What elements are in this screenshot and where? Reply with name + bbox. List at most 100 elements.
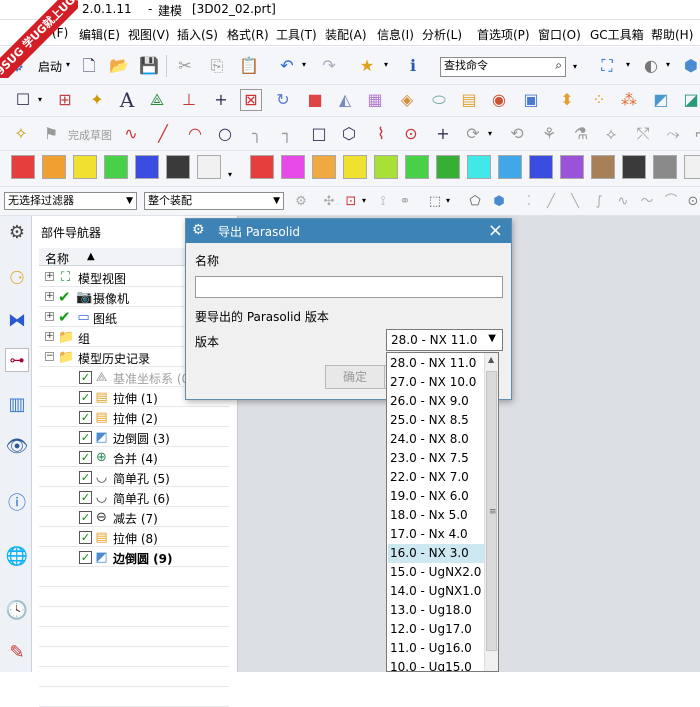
information-icon[interactable]: ℹ	[402, 55, 424, 77]
collapse-icon[interactable]: −	[45, 352, 54, 361]
version-select[interactable]: 28.0 - NX 11.0 ▼	[386, 329, 503, 351]
chamfer-icon[interactable]: ┐	[276, 123, 298, 145]
color-swatch[interactable]	[11, 155, 35, 179]
scrollbar-thumb[interactable]: ≡	[486, 371, 497, 651]
color-swatch[interactable]	[42, 155, 66, 179]
version-option[interactable]: 26.0 - NX 9.0	[388, 392, 484, 411]
ok-button[interactable]: 确定	[325, 365, 385, 389]
expand-icon[interactable]: +	[45, 312, 54, 321]
menu-edit[interactable]: 编辑(E)	[79, 26, 120, 43]
checked-icon[interactable]: ✔	[58, 288, 71, 306]
arc-snap-icon[interactable]: ⌒	[660, 190, 682, 212]
tangent-icon[interactable]: ⟟	[372, 190, 394, 212]
visibility-checkbox[interactable]: ✓	[79, 431, 92, 444]
history-icon[interactable]: 🕓	[5, 598, 29, 622]
search-icon[interactable]: ⌕	[555, 58, 562, 72]
trim-body-icon[interactable]: ◩	[650, 89, 672, 111]
menu-analysis[interactable]: 分析(L)	[422, 26, 462, 43]
tree-row[interactable]: ✓ ◡ 简单孔 (5)	[33, 468, 233, 488]
datum-axis-icon[interactable]: ⊥	[178, 89, 200, 111]
block-icon[interactable]: ■	[304, 89, 326, 111]
select-feature-icon[interactable]: ⊡	[340, 190, 362, 212]
curve-snap-icon[interactable]: ∫	[588, 190, 610, 212]
close-icon[interactable]: ×	[488, 220, 503, 241]
extrude-icon[interactable]: ▤	[458, 89, 480, 111]
color-swatch[interactable]	[436, 155, 460, 179]
center-snap-icon[interactable]: ⊙	[682, 190, 700, 212]
cut-icon[interactable]: ✂	[174, 55, 196, 77]
constraint-navigator-icon[interactable]: ⧓	[5, 308, 29, 332]
version-option[interactable]: 17.0 - Nx 4.0	[388, 525, 484, 544]
render-style-icon[interactable]: ◐	[640, 55, 662, 77]
color-swatch[interactable]	[312, 155, 336, 179]
color-swatch[interactable]	[529, 155, 553, 179]
toolbar-options-icon[interactable]: ▾	[573, 62, 577, 71]
color-swatch[interactable]	[591, 155, 615, 179]
expand-icon[interactable]: +	[45, 292, 54, 301]
point-icon[interactable]: +	[210, 89, 232, 111]
endpoint-snap-icon[interactable]: ⁚	[518, 190, 540, 212]
part-navigator-icon[interactable]: ⊶	[5, 348, 29, 372]
menu-format[interactable]: 格式(R)	[227, 26, 269, 43]
start-icon[interactable]: ⚙	[6, 55, 28, 77]
tree-row[interactable]: ✓ ⊕ 合并 (4)	[33, 448, 233, 468]
sketch-dropdown-icon[interactable]: ▾	[38, 95, 42, 104]
fillet-icon[interactable]: ╮	[246, 123, 268, 145]
menu-view[interactable]: 视图(V)	[128, 26, 170, 43]
dropdown-scrollbar[interactable]: ▲ ≡	[484, 353, 498, 671]
color-swatch[interactable]	[281, 155, 305, 179]
version-option[interactable]: 22.0 - NX 7.0	[388, 468, 484, 487]
visibility-checkbox[interactable]: ✓	[79, 471, 92, 484]
color-swatch[interactable]	[73, 155, 97, 179]
color-swatch[interactable]	[343, 155, 367, 179]
tree-row[interactable]: ✓ ▤ 拉伸 (2)	[33, 408, 233, 428]
visibility-checkbox[interactable]: ✓	[79, 531, 92, 544]
studio-spline-icon[interactable]: ∿	[120, 123, 142, 145]
version-option[interactable]: 14.0 - UgNX1.0	[388, 582, 484, 601]
intersection-icon[interactable]: ⚗	[570, 123, 592, 145]
box-select-icon[interactable]: ⬚	[424, 190, 446, 212]
dialog-title-bar[interactable]: ⚙ 导出 Parasolid ×	[186, 219, 511, 243]
expand-icon[interactable]: +	[45, 332, 54, 341]
checked-icon[interactable]: ✔	[58, 308, 71, 326]
color-swatch[interactable]	[684, 155, 700, 179]
datum-plane-icon[interactable]: ⟁	[146, 89, 168, 111]
pattern-icon[interactable]: ⁘	[588, 89, 610, 111]
visibility-checkbox[interactable]: ✓	[79, 451, 92, 464]
project-curve-icon[interactable]: ⟡	[600, 123, 622, 145]
menu-preferences[interactable]: 首选项(P)	[477, 26, 530, 43]
tree-row[interactable]: ✓ ◩ 边倒圆 (3)	[33, 428, 233, 448]
visibility-checkbox[interactable]: ✓	[79, 371, 92, 384]
shell-icon[interactable]: ▣	[520, 89, 542, 111]
save-icon[interactable]: 💾	[138, 55, 160, 77]
sketch-icon[interactable]: ☐	[12, 89, 34, 111]
web-browser-icon[interactable]: 🌐	[5, 544, 29, 568]
version-option[interactable]: 25.0 - NX 8.5	[388, 411, 484, 430]
menu-insert[interactable]: 插入(S)	[177, 26, 218, 43]
version-option[interactable]: 24.0 - NX 8.0	[388, 430, 484, 449]
color-swatch[interactable]	[560, 155, 584, 179]
color-swatch[interactable]	[250, 155, 274, 179]
menu-window[interactable]: 窗口(O)	[538, 26, 581, 43]
pattern-curve-icon[interactable]: ⟲	[506, 123, 528, 145]
color-swatch[interactable]	[197, 155, 221, 179]
color-swatch[interactable]	[622, 155, 646, 179]
command-finder-icon[interactable]: ★	[356, 55, 378, 77]
offset-face-icon[interactable]: ◪	[680, 89, 700, 111]
open-folder-icon[interactable]: 📂	[108, 55, 130, 77]
color-swatch[interactable]	[104, 155, 128, 179]
paste-icon[interactable]: 📋	[238, 55, 260, 77]
version-option[interactable]: 13.0 - Ug18.0	[388, 601, 484, 620]
render-dropdown-icon[interactable]: ▾	[666, 60, 670, 69]
offset-dropdown-icon[interactable]: ▾	[488, 129, 492, 138]
version-option[interactable]: 18.0 - Nx 5.0	[388, 506, 484, 525]
box-dropdown-icon[interactable]: ▾	[446, 196, 450, 205]
tree-row[interactable]: ✓ ◡ 简单孔 (6)	[33, 488, 233, 508]
type-filter-select[interactable]: 无选择过滤器 ▼	[4, 192, 137, 210]
version-option[interactable]: 11.0 - Ug16.0	[388, 639, 484, 658]
visibility-checkbox[interactable]: ✓	[79, 491, 92, 504]
start-dropdown-icon[interactable]: ▾	[66, 60, 70, 69]
cube-view-icon[interactable]: ⬢	[680, 55, 700, 77]
finish-sketch-icon[interactable]: ⚑	[40, 123, 62, 145]
chevron-down-icon[interactable]: ▼	[488, 333, 496, 344]
